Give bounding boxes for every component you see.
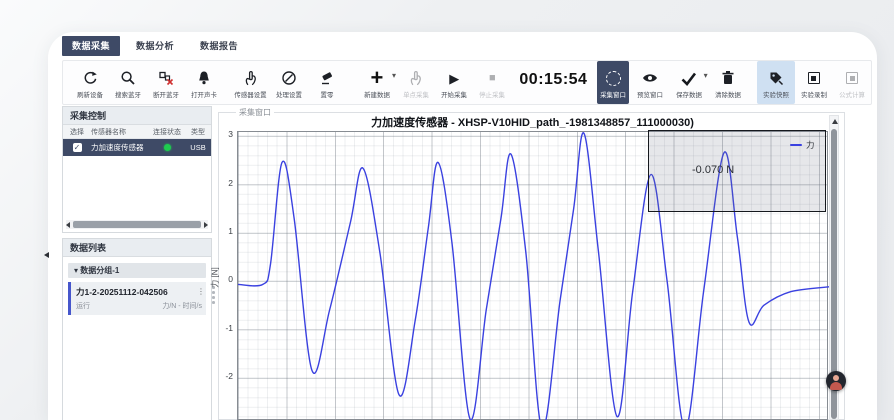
collection-timer: 00:15:54 [519,71,587,89]
toolbar: 刷新设备 搜索蓝牙 断开蓝牙 打开声卡 传感器设置 处理设置 置零 + 新建数据… [62,60,872,105]
experiment-snapshot-button[interactable]: 实验快照 [757,61,795,104]
y-tick: -1 [217,323,233,333]
y-tick: -2 [217,371,233,381]
search-icon [120,69,136,87]
data-list-title: 数据列表 [63,239,211,257]
search-bluetooth-button[interactable]: 搜索蓝牙 [109,61,147,104]
collection-control-panel: 采集控制 选择 传感器名称 连接状态 类型 ✓ 力加速度传感器 USB [62,106,212,233]
chart-legend: 力 [790,139,815,151]
open-soundcard-button[interactable]: 打开声卡 [185,61,223,104]
bell-icon [196,69,212,87]
y-tick: 3 [217,129,233,139]
y-tick: 2 [217,178,233,188]
circle-slash-icon [281,69,297,87]
data-item-title: 力1-2-20251112-042506 [76,286,202,298]
sensor-checkbox[interactable]: ✓ [73,143,82,152]
scroll-right-arrow[interactable] [204,222,208,228]
main-tab-bar: 数据采集 数据分析 数据报告 [62,36,248,56]
data-list-panel: 数据列表 ▾ 数据分组-1 力1-2-20251112-042506 运行 力/… [62,238,212,420]
horizontal-scroll-thumb[interactable] [73,221,201,228]
horizontal-scrollbar[interactable] [66,220,208,229]
collection-control-title: 采集控制 [63,107,211,125]
person-icon [833,375,839,381]
hand-gesture-icon [408,69,424,87]
tab-data-collection[interactable]: 数据采集 [62,36,120,56]
check-icon [680,69,697,87]
data-item-axes: 力/N - 时间/s [162,301,202,311]
processing-settings-button[interactable]: 处理设置 [270,61,308,104]
y-tick: 1 [217,226,233,236]
collection-window-button[interactable]: 采集窗口 [597,61,629,104]
set-zero-button[interactable]: 置零 [308,61,346,104]
table-row[interactable]: ✓ 力加速度传感器 USB [63,139,211,156]
scroll-left-arrow[interactable] [66,222,70,228]
sensor-table-header: 选择 传感器名称 连接状态 类型 [63,125,211,139]
floating-assistant-button[interactable] [826,371,846,391]
start-collect-button[interactable]: ▶ 开始采集 [435,61,473,104]
sensor-type: USB [185,143,211,152]
item-menu-icon[interactable]: ⋮ [197,287,205,296]
measurement-annotation: -0.070 N [692,164,734,176]
legend-series-label: 力 [806,139,815,151]
record-square-icon [808,69,820,87]
refresh-device-button[interactable]: 刷新设备 [71,61,109,104]
sidebar-collapse-arrow-icon[interactable] [44,252,49,258]
tab-data-report[interactable]: 数据报告 [190,36,248,56]
preview-window-button[interactable]: 预览窗口 [631,61,669,104]
y-tick: 0 [217,274,233,284]
formula-square-icon [846,69,858,87]
save-data-button[interactable]: 保存数据 [669,61,707,104]
snapshot-tag-icon [768,69,784,87]
chart-title: 力加速度传感器 - XHSP-V10HID_path_-1981348857_1… [237,114,828,130]
sensor-settings-button[interactable]: 传感器设置 [232,61,270,104]
stop-collect-button[interactable]: ■ 停止采集 [473,61,511,104]
hand-gesture-icon [243,69,259,87]
data-item-status: 运行 [76,301,90,311]
disconnect-bluetooth-button[interactable]: 断开蓝牙 [147,61,185,104]
status-connected-dot [164,144,171,151]
save-data-dropdown-caret[interactable]: ▾ [704,71,708,80]
plus-icon: + [371,69,384,87]
data-group-header[interactable]: ▾ 数据分组-1 [68,263,206,278]
clear-data-button[interactable]: 清除数据 [709,61,747,104]
bluetooth-disconnect-icon [158,69,174,87]
refresh-icon [82,69,98,87]
sensor-name: 力加速度传感器 [91,142,149,153]
eraser-flag-icon [319,69,335,87]
trash-icon [721,69,735,87]
play-icon: ▶ [449,69,459,87]
scroll-up-arrow[interactable] [832,119,838,124]
tab-data-analysis[interactable]: 数据分析 [126,36,184,56]
new-data-button[interactable]: + 新建数据 [358,61,396,104]
stop-icon: ■ [489,69,496,87]
experiment-record-button[interactable]: 实验录制 [795,61,833,104]
formula-calc-button[interactable]: 公式计算 [833,61,871,104]
legend-swatch [790,144,802,147]
single-point-collect-button[interactable]: 单点采集 [397,61,435,104]
dashed-circle-icon [606,69,621,87]
eye-icon [642,69,658,87]
new-data-dropdown-caret[interactable]: ▾ [392,71,396,80]
data-list-item[interactable]: 力1-2-20251112-042506 运行 力/N - 时间/s ⋮ [68,282,206,315]
